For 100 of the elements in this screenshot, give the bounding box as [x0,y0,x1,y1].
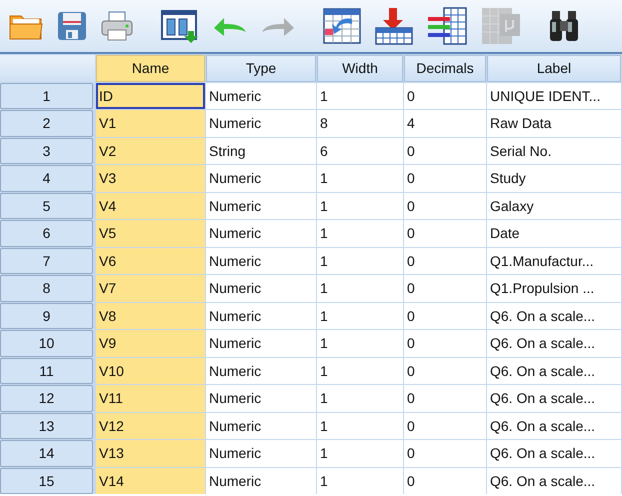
table-cell: Galaxy [487,192,621,219]
table-cell: Numeric [206,220,316,246]
table-cell: Q6. On a scale... [487,302,621,329]
table-cell: 1 [317,220,403,246]
table-cell: Numeric [206,248,316,274]
column-header[interactable]: Name [96,55,205,82]
column-header[interactable]: Type [206,55,316,82]
table-cell: V4 [96,192,205,219]
table-cell: 0 [404,138,486,164]
row-header[interactable]: 4 [0,165,93,192]
table-arrow-icon[interactable] [322,7,362,45]
table-down-arrow-icon[interactable] [374,6,414,46]
column-header[interactable]: Decimals [404,55,486,82]
table-cell: String [206,138,316,164]
row-header[interactable]: 13 [0,412,93,439]
table-cell: Q6. On a scale... [487,412,621,439]
row-header[interactable]: 3 [0,138,93,164]
column-header[interactable]: Label [487,55,621,82]
row-header[interactable]: 1 [0,82,93,109]
table-cell: 1 [317,82,403,109]
table-cell: Study [487,165,621,192]
table-cell: Q6. On a scale... [487,358,621,384]
table-cell: ID [96,82,205,109]
table-cell: 0 [404,302,486,329]
table-cell: UNIQUE IDENT... [487,82,621,109]
table-cell: Numeric [206,110,316,136]
table-cell: Numeric [206,192,316,219]
table-cell: V14 [96,468,205,494]
table-cell: 0 [404,220,486,246]
table-cell: Numeric [206,82,316,109]
table-cell: V2 [96,138,205,164]
colored-bars-table-icon[interactable] [426,6,468,46]
table-cell: V11 [96,385,205,412]
row-header[interactable]: 7 [0,248,93,274]
row-header[interactable]: 10 [0,330,93,356]
table-cell: 1 [317,192,403,219]
table-cell: V1 [96,110,205,136]
table-cell: 0 [404,468,486,494]
table-cell: 0 [404,82,486,109]
table-cell: V9 [96,330,205,356]
row-header[interactable]: 9 [0,302,93,329]
table-cell: V5 [96,220,205,246]
table-cell: 1 [317,330,403,356]
table-cell: 0 [404,248,486,274]
window-arrow-icon[interactable] [160,9,200,43]
table-cell: V7 [96,275,205,302]
table-cell: Numeric [206,275,316,302]
table-cell: Numeric [206,440,316,466]
table-cell: Q6. On a scale... [487,330,621,356]
table-cell: 0 [404,412,486,439]
table-cell: V10 [96,358,205,384]
table-cell: V6 [96,248,205,274]
table-cell: 1 [317,302,403,329]
table-cell: 8 [317,110,403,136]
table-cell: Q1.Manufactur... [487,248,621,274]
table-cell: 1 [317,412,403,439]
row-header[interactable]: 11 [0,358,93,384]
table-cell: 0 [404,192,486,219]
row-header[interactable]: 15 [0,468,93,494]
table-cell: Numeric [206,468,316,494]
floppy-disk-icon[interactable] [56,10,88,42]
row-header[interactable]: 5 [0,192,93,219]
table-cell: Numeric [206,330,316,356]
table-cell: 1 [317,385,403,412]
table-cell: Q6. On a scale... [487,440,621,466]
table-cell: Q1.Propulsion ... [487,275,621,302]
table-cell: Numeric [206,358,316,384]
table-cell: 1 [317,275,403,302]
row-header[interactable]: 6 [0,220,93,246]
table-cell: 1 [317,358,403,384]
table-cell: 1 [317,440,403,466]
table-cell: V13 [96,440,205,466]
binoculars-icon[interactable] [548,9,580,43]
table-cell: Numeric [206,412,316,439]
printer-icon[interactable] [100,10,134,42]
table-cell: 4 [404,110,486,136]
table-cell: 0 [404,358,486,384]
table-cell: Numeric [206,302,316,329]
table-cell: 0 [404,385,486,412]
table-cell: 0 [404,165,486,192]
table-cell: Numeric [206,165,316,192]
row-header[interactable]: 12 [0,385,93,412]
table-cell: Serial No. [487,138,621,164]
row-header[interactable]: 8 [0,275,93,302]
table-cell: 1 [317,248,403,274]
row-header[interactable]: 14 [0,440,93,466]
table-cell: 0 [404,275,486,302]
table-cell: Raw Data [487,110,621,136]
table-cell: 0 [404,440,486,466]
table-cell: 1 [317,165,403,192]
table-cell: 6 [317,138,403,164]
table-cell: 0 [404,330,486,356]
table-cell: V8 [96,302,205,329]
table-cell: V3 [96,165,205,192]
column-header[interactable]: Width [317,55,403,82]
table-cell: Q6. On a scale... [487,385,621,412]
table-cell: 1 [317,468,403,494]
table-cell: Q6. On a scale... [487,468,621,494]
table-cell: V12 [96,412,205,439]
row-header[interactable]: 2 [0,110,93,136]
